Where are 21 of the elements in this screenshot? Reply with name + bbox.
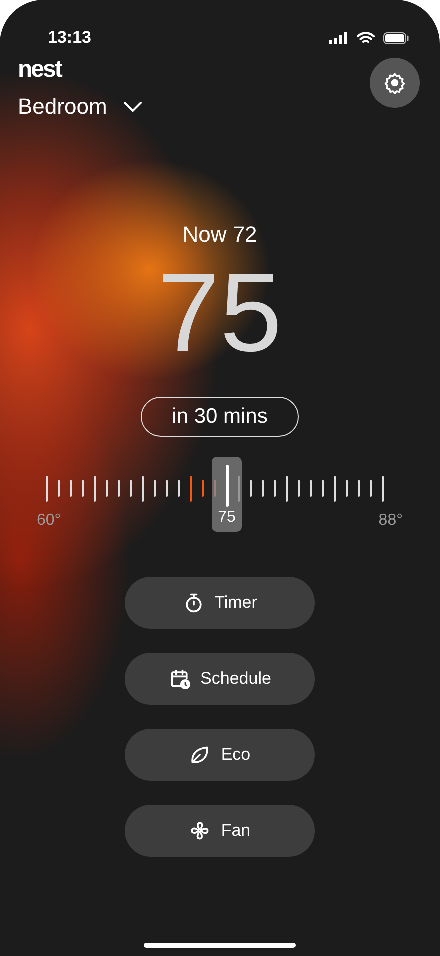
timer-pill[interactable]: in 30 mins [141,397,299,436]
fan-icon [189,820,212,842]
nest-logo: nest [18,58,62,82]
eco-button[interactable]: Eco [125,728,315,780]
calendar-clock-icon [168,668,191,690]
status-time: 13:13 [48,27,92,50]
target-temperature: 75 [158,257,282,369]
fan-button[interactable]: Fan [125,804,315,856]
settings-button[interactable] [370,58,420,108]
max-label: 88° [378,510,403,530]
room-selector[interactable]: Bedroom [18,90,144,123]
signal-icon [329,32,349,44]
min-label: 60° [37,510,62,530]
wifi-icon [357,32,375,44]
current-temperature: Now 72 [182,221,258,249]
chevron-down-icon [123,100,144,112]
slider-thumb[interactable]: 75 [212,456,242,532]
schedule-button[interactable]: Schedule [125,652,315,704]
battery-icon [383,32,410,44]
timer-button[interactable]: Timer [125,576,315,628]
settings-icon [384,72,406,94]
